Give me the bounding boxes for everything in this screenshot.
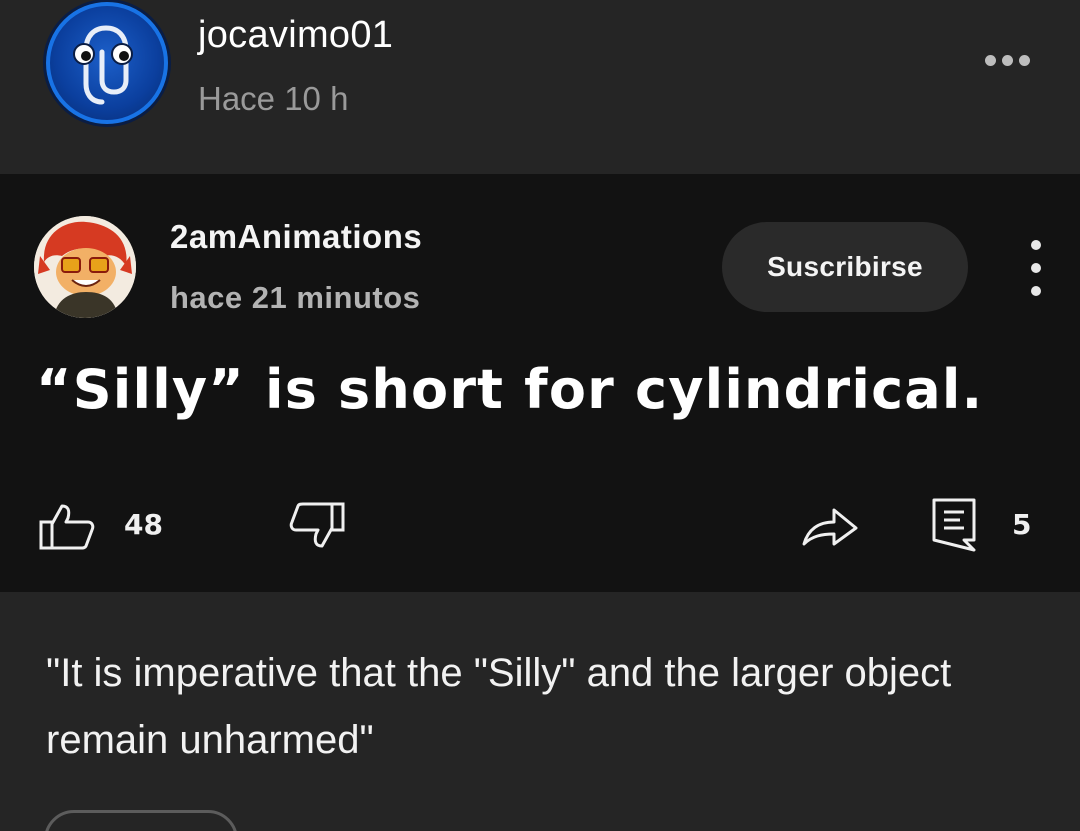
cartoon-character-icon — [34, 216, 136, 318]
comment-icon[interactable] — [930, 496, 980, 552]
more-vertical-icon[interactable] — [1026, 240, 1046, 296]
tag-chip[interactable] — [44, 810, 238, 831]
thumbs-up-icon[interactable] — [38, 502, 96, 552]
like-count: 48 — [124, 508, 163, 541]
community-post-text: “Silly” is short for cylindrical. — [36, 358, 984, 421]
comment-count: 5 — [1012, 508, 1032, 541]
paperclip-mascot-icon — [73, 25, 133, 105]
user-avatar[interactable] — [46, 2, 168, 124]
subscribe-button[interactable]: Suscribirse — [722, 222, 968, 312]
page: jocavimo01 Hace 10 h 2amAnimations hace … — [0, 0, 1080, 831]
channel-avatar[interactable] — [34, 216, 136, 318]
post-username[interactable]: jocavimo01 — [198, 14, 393, 57]
post-header: jocavimo01 Hace 10 h — [0, 0, 1080, 174]
share-icon[interactable] — [800, 500, 860, 550]
community-post-embed: 2amAnimations hace 21 minutos Suscribirs… — [0, 174, 1080, 592]
action-bar: 48 5 — [0, 492, 1080, 552]
more-horizontal-icon[interactable] — [985, 50, 1039, 70]
post-age: hace 21 minutos — [170, 280, 421, 315]
thumbs-down-icon[interactable] — [288, 500, 346, 550]
post-caption: "It is imperative that the "Silly" and t… — [46, 651, 952, 762]
post-timestamp: Hace 10 h — [198, 80, 349, 117]
channel-name[interactable]: 2amAnimations — [170, 218, 422, 256]
